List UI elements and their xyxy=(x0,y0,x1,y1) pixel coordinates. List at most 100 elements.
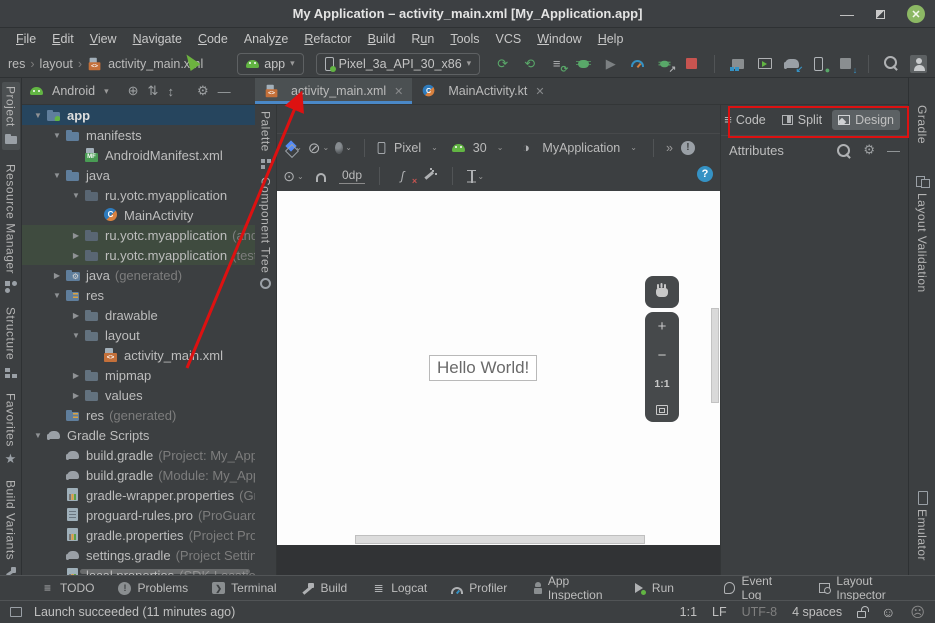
gradle-sync-icon[interactable]: ↙ xyxy=(783,55,800,72)
search-everywhere-icon[interactable] xyxy=(883,55,900,72)
menu-window[interactable]: Window xyxy=(529,32,589,46)
toolwindow-app-inspection[interactable]: App Inspection xyxy=(531,574,608,602)
search-icon[interactable] xyxy=(836,143,851,158)
menu-build[interactable]: Build xyxy=(360,32,404,46)
tree-item-gradle-properties-project-properties[interactable]: gradle.properties(Project Properties) xyxy=(22,525,255,545)
tool-windows-icon[interactable] xyxy=(729,55,746,72)
caret-position[interactable]: 1:1 xyxy=(680,605,697,619)
tree-item-app[interactable]: ▼app xyxy=(22,105,255,125)
help-icon[interactable]: ? xyxy=(697,166,713,182)
tree-item-proguard-rules-pro-proguard-rules-for-my-application-app[interactable]: proguard-rules.pro(ProGuard Rules for My… xyxy=(22,505,255,525)
attach-debugger-icon[interactable]: ↗ xyxy=(656,55,673,72)
stripe-favorites[interactable]: Favorites★ xyxy=(4,393,18,466)
warnings-icon[interactable]: ! xyxy=(681,141,695,155)
tree-item-res[interactable]: ▼res xyxy=(22,285,255,305)
tree-chevron-icon[interactable]: ▼ xyxy=(68,191,84,200)
menu-navigate[interactable]: Navigate xyxy=(125,32,190,46)
zoom-out-button[interactable]: − xyxy=(658,349,667,363)
clear-constraints-icon[interactable]: ʃ xyxy=(394,168,411,185)
canvas-vertical-scrollbar[interactable] xyxy=(711,308,719,403)
stripe-build-variants[interactable]: Build Variants xyxy=(4,480,18,579)
avatar[interactable] xyxy=(910,55,927,72)
autoconnect-magnet-icon[interactable] xyxy=(312,168,329,185)
toolwindow-terminal[interactable]: ❯Terminal xyxy=(212,574,276,602)
lock-icon[interactable] xyxy=(857,611,866,618)
menu-code[interactable]: Code xyxy=(190,32,236,46)
menu-tools[interactable]: Tools xyxy=(442,32,487,46)
close-button[interactable]: ✕ xyxy=(907,5,925,23)
toolwindow-profiler[interactable]: Profiler xyxy=(451,574,507,602)
device-manager-icon[interactable]: ● xyxy=(810,55,827,72)
avd-manager-icon[interactable] xyxy=(756,55,773,72)
toolwindow-run[interactable]: Run xyxy=(632,574,674,602)
toolwindow-layout-inspector[interactable]: Layout Inspector xyxy=(819,574,921,602)
toolwindow-build[interactable]: Build xyxy=(301,574,348,602)
tree-item-values[interactable]: ▶values xyxy=(22,385,255,405)
zoom-in-button[interactable]: + xyxy=(658,320,667,334)
apply-changes-icon[interactable]: ⟳ xyxy=(494,55,511,72)
tree-item-java-generated[interactable]: ▶java(generated) xyxy=(22,265,255,285)
tree-item-gradle-scripts[interactable]: ▼Gradle Scripts xyxy=(22,425,255,445)
hide-panel-icon[interactable]: — xyxy=(218,84,231,99)
tree-item-res-generated[interactable]: res(generated) xyxy=(22,405,255,425)
tree-item-ru-yotc-myapplication[interactable]: ▼ru.yotc.myapplication xyxy=(22,185,255,205)
design-surface-icon[interactable]: ⌄ xyxy=(285,139,302,156)
breadcrumb-layout[interactable]: layout xyxy=(40,57,73,71)
happy-face-icon[interactable]: ☺ xyxy=(881,604,895,620)
tab-activity-main-xml[interactable]: activity_main.xml✕ xyxy=(255,78,412,104)
tree-item-settings-gradle-project-settings[interactable]: settings.gradle(Project Settings) xyxy=(22,545,255,565)
debug-icon[interactable] xyxy=(575,55,592,72)
tree-chevron-icon[interactable]: ▼ xyxy=(30,431,46,440)
minimize-button[interactable]: — xyxy=(840,9,854,19)
tree-item-androidmanifest-xml[interactable]: AndroidManifest.xml xyxy=(22,145,255,165)
tree-item-build-gradle-project-my-application[interactable]: build.gradle(Project: My_Application) xyxy=(22,445,255,465)
toolwindow-problems[interactable]: !Problems xyxy=(118,574,188,602)
toolwindow-event-log[interactable]: Event Log xyxy=(724,574,793,602)
tree-chevron-icon[interactable]: ▶ xyxy=(68,391,84,400)
menu-refactor[interactable]: Refactor xyxy=(296,32,359,46)
line-ending[interactable]: LF xyxy=(712,605,727,619)
tree-item-gradle-wrapper-properties-gradle-version[interactable]: gradle-wrapper.properties(Gradle Version… xyxy=(22,485,255,505)
tree-chevron-icon[interactable]: ▶ xyxy=(68,231,84,240)
locate-file-icon[interactable]: ⊕ xyxy=(128,83,139,99)
zoom-to-fit-button[interactable] xyxy=(656,405,668,415)
tree-item-ru-yotc-myapplication-androidtest[interactable]: ▶ru.yotc.myapplication(androidTest) xyxy=(22,225,255,245)
pan-tool-button[interactable] xyxy=(645,276,679,308)
tree-item-ru-yotc-myapplication-test[interactable]: ▶ru.yotc.myapplication(test) xyxy=(22,245,255,265)
tree-item-mainactivity[interactable]: MainActivity xyxy=(22,205,255,225)
run-configuration-dropdown[interactable]: app ▾ xyxy=(237,53,303,75)
device-dropdown[interactable]: Pixel_3a_API_30_x86 ▾ xyxy=(316,53,481,75)
toolwindow-logcat[interactable]: ≣Logcat xyxy=(371,574,427,602)
sad-face-icon[interactable]: ☹ xyxy=(910,604,925,621)
menu-file[interactable]: File xyxy=(8,32,44,46)
tree-chevron-icon[interactable]: ▼ xyxy=(68,331,84,340)
menu-view[interactable]: View xyxy=(82,32,125,46)
close-icon[interactable]: ✕ xyxy=(394,85,403,98)
guidelines-icon[interactable]: ⌄ xyxy=(467,168,484,185)
expand-all-icon[interactable]: ⇅ xyxy=(148,83,159,99)
stripe-project[interactable]: Project xyxy=(2,82,20,150)
tree-chevron-icon[interactable]: ▶ xyxy=(49,271,65,280)
run-attached-icon[interactable]: ▶ xyxy=(602,55,619,72)
menu-help[interactable]: Help xyxy=(590,32,632,46)
more-actions-icon[interactable]: » xyxy=(666,141,673,155)
infer-constraints-icon[interactable] xyxy=(421,168,438,185)
tree-chevron-icon[interactable]: ▼ xyxy=(30,111,46,120)
stripe-gradle[interactable]: Gradle xyxy=(915,86,929,144)
tree-chevron-icon[interactable]: ▼ xyxy=(49,291,65,300)
theme-selector[interactable]: MyApplication xyxy=(542,141,620,155)
device-selector[interactable]: Pixel xyxy=(394,141,421,155)
menu-vcs[interactable]: VCS xyxy=(488,32,530,46)
tree-chevron-icon[interactable]: ▼ xyxy=(49,131,65,140)
view-options-icon[interactable]: ⊙⌄ xyxy=(285,168,302,185)
profile-icon[interactable] xyxy=(629,55,646,72)
window-icon[interactable] xyxy=(10,607,22,617)
settings-gear-icon[interactable]: ⚙ xyxy=(197,83,209,99)
apply-code-changes-icon[interactable]: ⟲ xyxy=(521,55,538,72)
night-mode-icon[interactable]: ⌄ xyxy=(335,139,352,156)
stripe-layout-validation[interactable]: Layout Validation xyxy=(915,174,929,293)
tree-item-build-gradle-module-my-application-app[interactable]: build.gradle(Module: My_Application.app) xyxy=(22,465,255,485)
orientation-icon[interactable]: ⊘⌄ xyxy=(310,139,327,156)
tree-item-layout[interactable]: ▼layout xyxy=(22,325,255,345)
menu-run[interactable]: Run xyxy=(403,32,442,46)
